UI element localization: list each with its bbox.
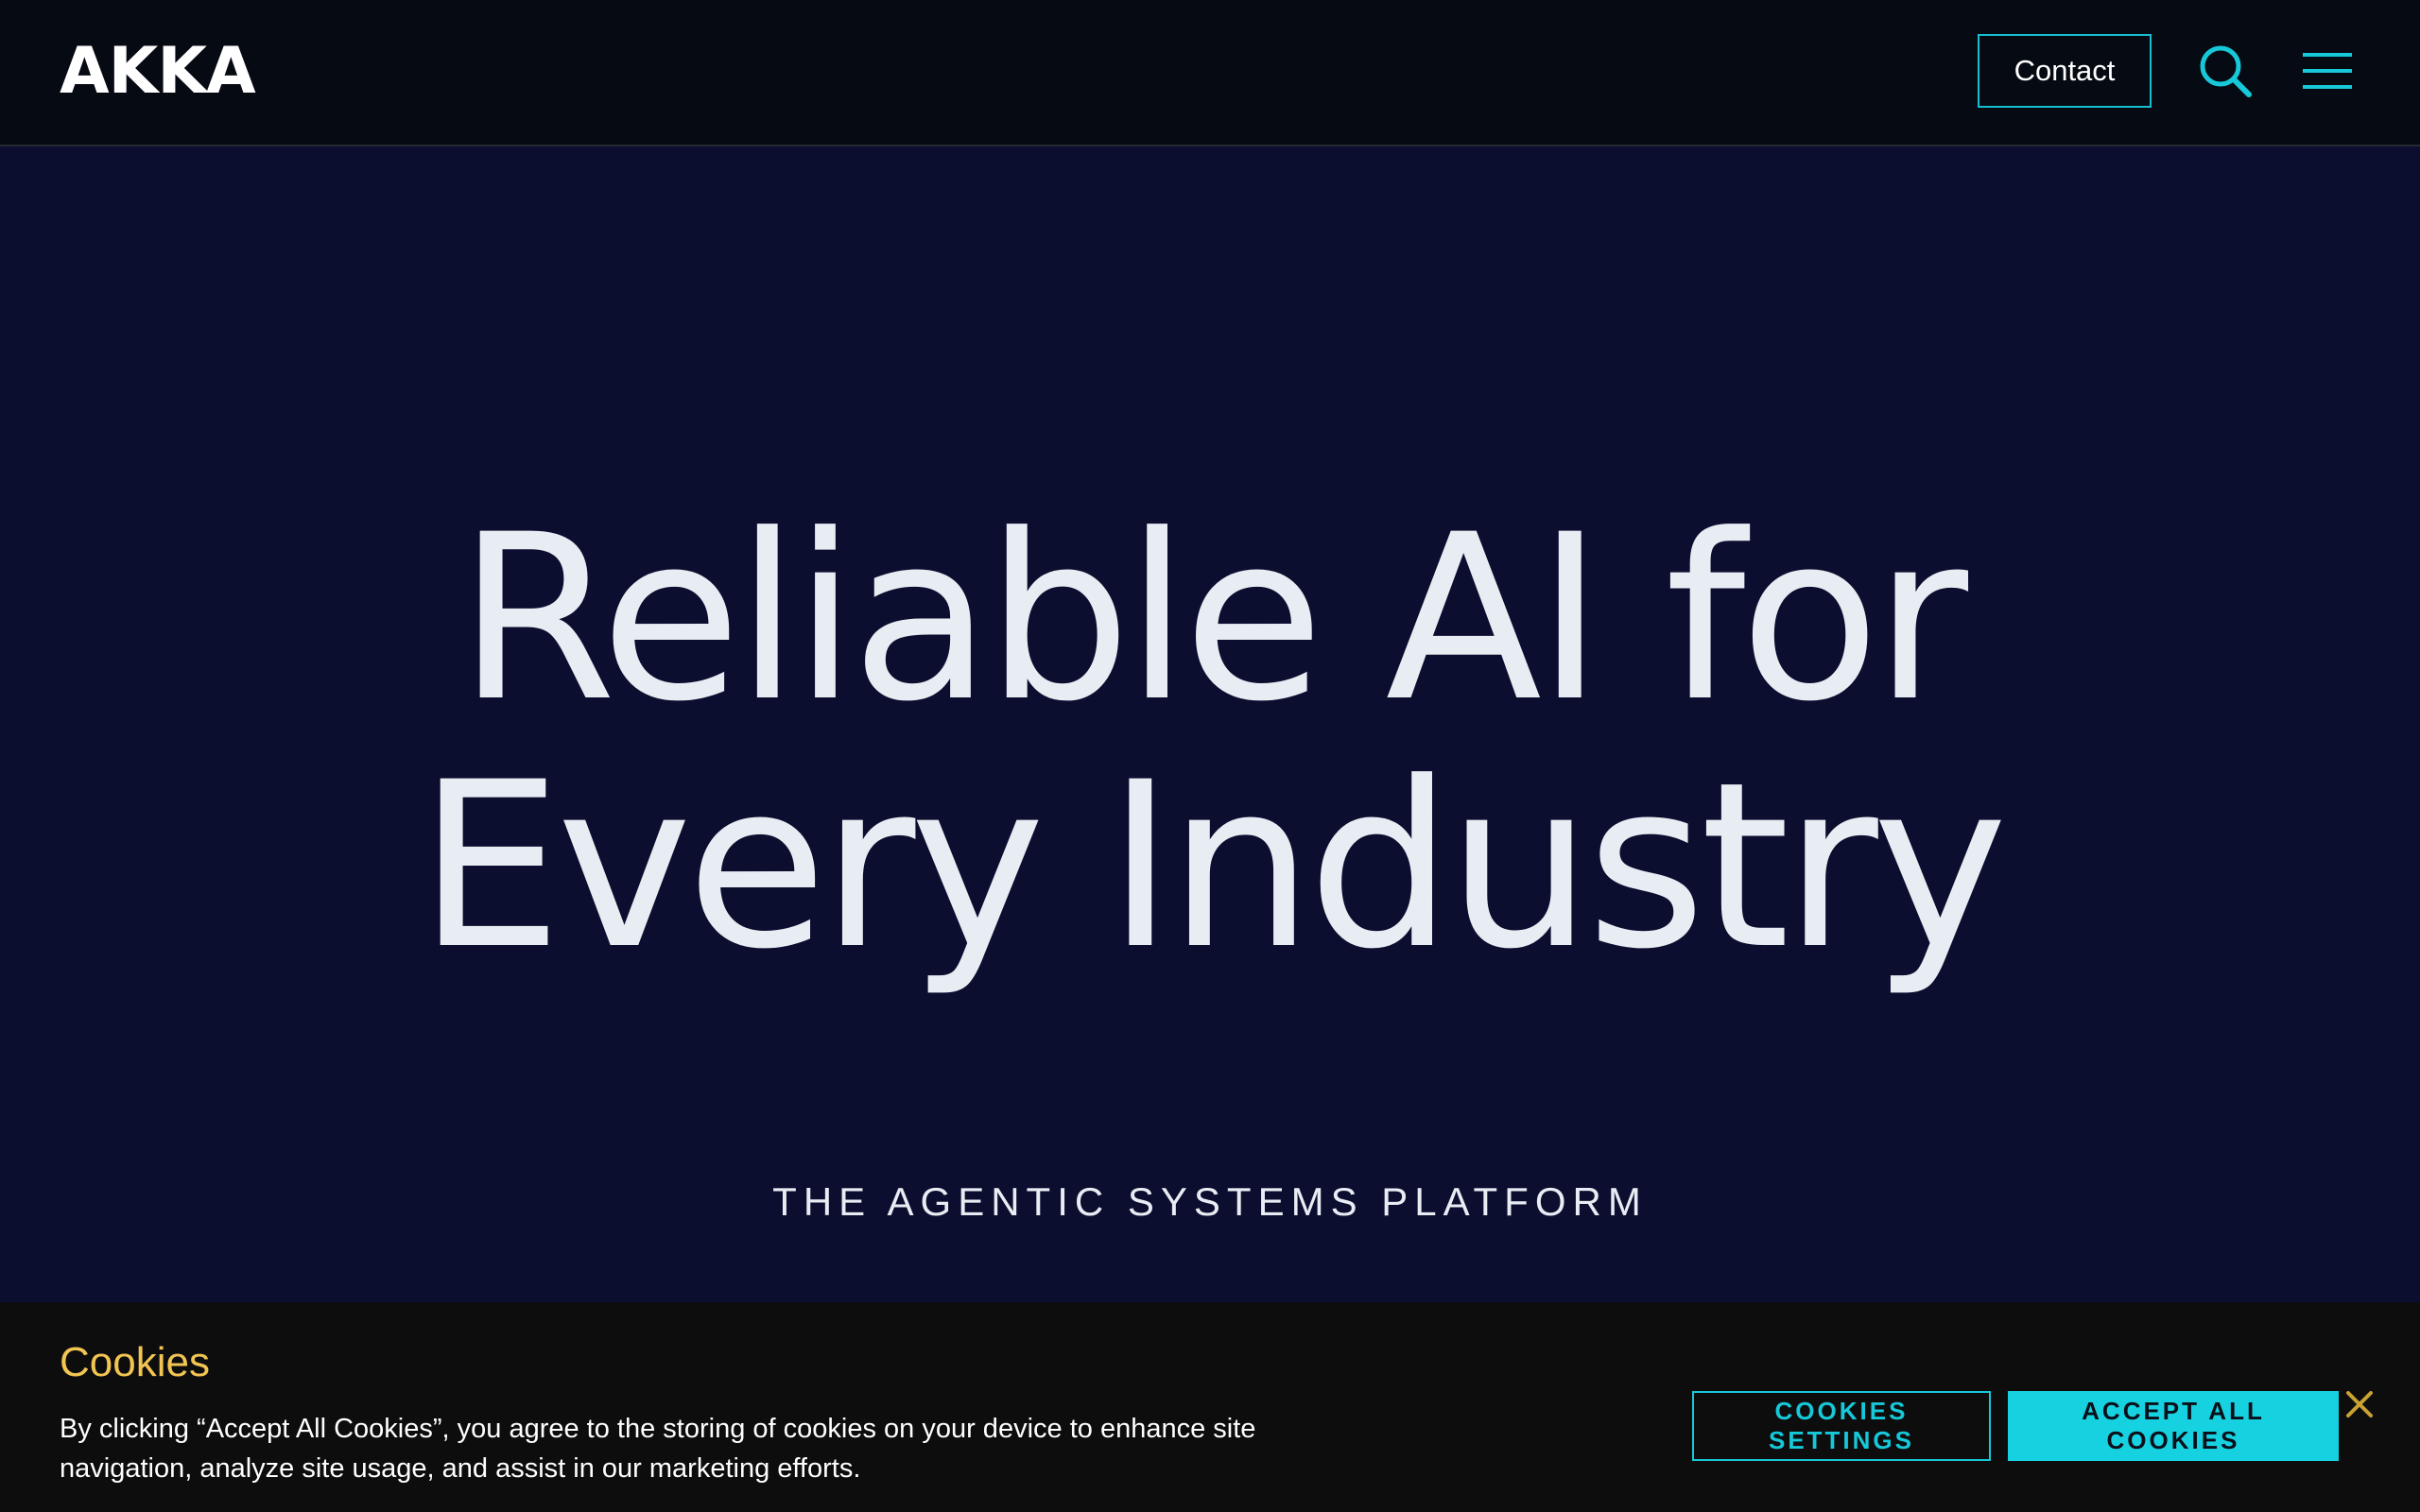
hero-headline-line-2: Every Industry — [417, 733, 2008, 1000]
akka-logo[interactable]: AKKA — [60, 36, 256, 108]
cookie-banner-close-button[interactable] — [2344, 1389, 2375, 1419]
contact-button[interactable]: Contact — [1978, 34, 2152, 108]
hamburger-menu-icon — [2303, 53, 2352, 89]
close-icon — [2346, 1391, 2373, 1418]
hero-headline-line-1: Reliable AI for — [457, 486, 1968, 752]
accept-all-cookies-button[interactable]: ACCEPT ALL COOKIES — [2008, 1391, 2339, 1461]
hero-subheading: THE AGENTIC SYSTEMS PLATFORM — [772, 1179, 1648, 1224]
search-icon — [2200, 45, 2252, 97]
hero-headline: Reliable AI for Every Industry — [0, 495, 2420, 990]
menu-button[interactable] — [2303, 49, 2352, 93]
cookie-banner-title: Cookies — [60, 1339, 210, 1385]
cookie-banner: Cookies By clicking “Accept All Cookies”… — [0, 1302, 2420, 1512]
site-header: AKKA Contact — [0, 0, 2420, 146]
cookie-banner-description: By clicking “Accept All Cookies”, you ag… — [60, 1414, 1256, 1484]
search-button[interactable] — [2197, 43, 2254, 99]
cookies-settings-button[interactable]: COOKIES SETTINGS — [1692, 1391, 1991, 1461]
